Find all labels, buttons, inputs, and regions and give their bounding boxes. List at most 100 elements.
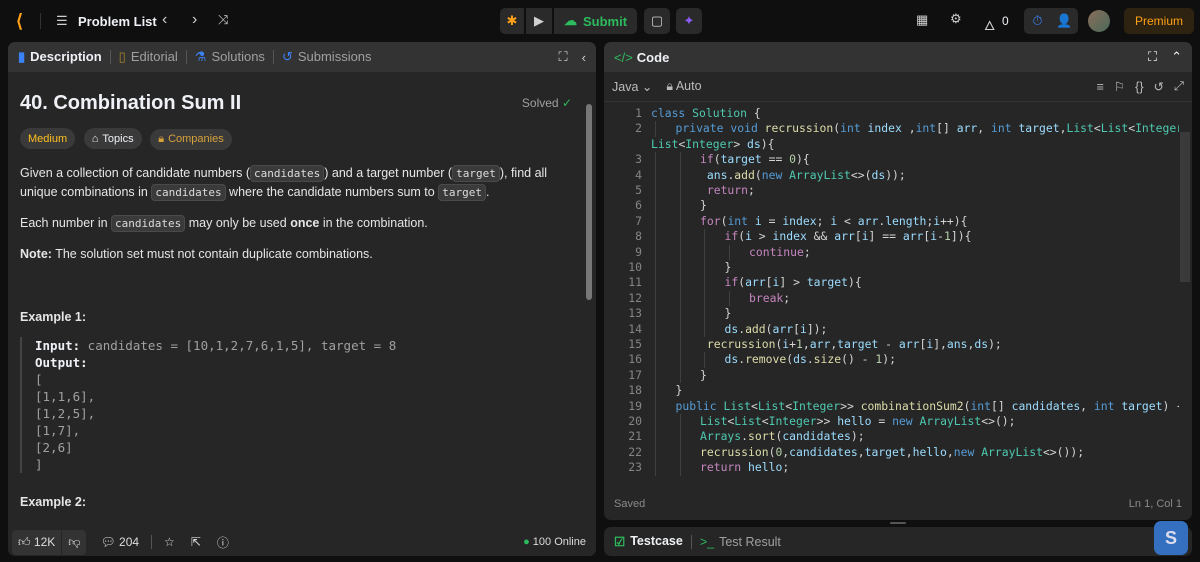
code-editor[interactable]: 1 class Solution {2 private void recrussio… — [604, 106, 1179, 484]
code-line: recrussion(0,candidates,target,hello,new… — [700, 444, 1085, 459]
tab-test-result[interactable]: >_ Test Result — [700, 535, 781, 549]
maximize-icon[interactable]: ⛶ — [1148, 49, 1157, 65]
format-icon[interactable]: ≡ — [1097, 80, 1104, 94]
document-icon: ▮ — [18, 49, 26, 64]
code-line: if(arr[i] > target){ — [724, 275, 862, 290]
add-friend-icon[interactable]: 👤 — [1051, 8, 1078, 34]
code-line: for(int i = index; i < arr.length;i++){ — [700, 213, 968, 228]
checkbox-icon: ☑ — [614, 535, 626, 549]
code-line: continue; — [749, 244, 811, 259]
code-line: } — [700, 367, 707, 382]
code-line: break; — [749, 290, 791, 305]
line-number: 18 — [628, 383, 642, 398]
note-text: Note: The solution set must not contain … — [20, 246, 373, 261]
cursor-position: Ln 1, Col 1 — [1128, 498, 1182, 510]
line-number: 11 — [628, 275, 642, 290]
extension-icon[interactable]: S — [1154, 521, 1188, 555]
line-number: 22 — [628, 444, 642, 459]
line-number: 6 — [635, 198, 642, 213]
run-button[interactable]: ▶ — [526, 8, 552, 34]
online-count: ● 100 Online — [523, 536, 586, 548]
top-nav: ⟨ ☰ Problem List ‹ › ⤨ ✱ ▶ ☁ Submit ▢ ✦ ▦… — [0, 0, 1200, 42]
line-number: 4 — [635, 167, 642, 182]
scrollbar[interactable] — [586, 86, 592, 556]
line-number: 3 — [635, 152, 642, 167]
resize-handle[interactable] — [890, 522, 906, 524]
companies-button[interactable]: 🔒︎ Companies — [150, 128, 232, 150]
share-icon[interactable]: ⇱ — [191, 535, 201, 549]
comments-button[interactable]: 💬︎ 204 — [100, 535, 139, 549]
tab-submissions[interactable]: ↺ Submissions — [282, 49, 372, 65]
line-number: 23 — [628, 460, 642, 475]
reset-icon[interactable]: ↺ — [1154, 79, 1164, 94]
output-line: ] — [35, 456, 43, 472]
auto-mode[interactable]: 🔒︎ Auto — [666, 79, 701, 94]
lock-icon: 🔒︎ — [666, 79, 674, 93]
code-line: ans.add(new ArrayList<>(ds)); — [706, 167, 906, 182]
thumbs-up-icon: 👍︎ — [18, 534, 31, 549]
settings-icon[interactable]: ⚙ — [950, 11, 962, 27]
line-number: 9 — [635, 244, 642, 259]
problem-list-link[interactable]: Problem List — [78, 14, 157, 29]
code-line: } — [724, 306, 732, 321]
topics-button[interactable]: ⌂ Topics — [83, 128, 142, 149]
ai-sparkle-button[interactable]: ✦ — [676, 8, 702, 34]
favorite-star-icon[interactable]: ☆ — [164, 535, 175, 549]
output-line: [2,6] — [35, 439, 73, 455]
dislike-button[interactable]: 👎︎ — [62, 529, 87, 555]
output-line: [1,1,6], — [35, 388, 96, 404]
code-line: } — [700, 198, 707, 213]
maximize-icon[interactable]: ⛶ — [559, 49, 568, 65]
expand-icon[interactable]: ⤢ — [1174, 79, 1184, 94]
terminal-icon: >_ — [699, 534, 715, 549]
description-panel: ▮ Description ▯ Editorial ⚗ Solutions ↺ Subm… — [8, 42, 596, 556]
collapse-up-icon[interactable]: ⌃ — [1171, 49, 1182, 65]
output-line: [ — [35, 371, 43, 387]
history-icon: ↺ — [281, 49, 293, 64]
bookmark-icon[interactable]: ⚐ — [1114, 79, 1125, 94]
timer-icon[interactable]: ⏱ — [1024, 8, 1051, 34]
language-select[interactable]: Java ⌄ — [612, 79, 652, 94]
debug-button[interactable]: ✱ — [500, 8, 524, 34]
tab-testcase[interactable]: ☑ Testcase — [614, 534, 683, 549]
example-1-block: Input: candidates = [10,1,2,7,6,1,5], ta… — [20, 336, 570, 473]
code-line: List<Integer> ds){ — [651, 136, 775, 151]
help-icon[interactable]: ⓘ — [217, 534, 229, 551]
premium-button[interactable]: Premium — [1124, 8, 1194, 34]
line-number: 17 — [628, 367, 642, 382]
prev-problem-icon[interactable]: ‹ — [162, 11, 167, 29]
code-line: public List<List<Integer>> combinationSu… — [675, 398, 1180, 413]
avatar[interactable] — [1088, 10, 1110, 32]
notes-button[interactable]: ▢ — [644, 8, 670, 34]
streak-fire-icon[interactable]: 🜂 — [984, 12, 995, 38]
line-number: 16 — [628, 352, 642, 367]
braces-icon[interactable]: {} — [1135, 80, 1143, 94]
code-line: } — [675, 383, 683, 398]
tab-description[interactable]: ▮ Description — [18, 49, 102, 65]
tag-icon: ⌂ — [91, 132, 99, 145]
code-line: Arrays.sort(candidates); — [700, 429, 865, 444]
code-line: class Solution { — [651, 106, 761, 120]
code-line: recrussion(i+1,arr,target - arr[i],ans,d… — [706, 337, 1002, 351]
like-button[interactable]: 👍︎ 12K — [12, 529, 62, 555]
list-icon[interactable]: ☰ — [56, 13, 68, 29]
code-line: } — [724, 260, 732, 274]
collapse-icon[interactable]: ‹ — [582, 50, 586, 65]
line-number: 15 — [628, 337, 642, 351]
tab-solutions[interactable]: ⚗ Solutions — [195, 49, 265, 65]
leetcode-logo-icon[interactable]: ⟨ — [16, 11, 23, 32]
submit-button[interactable]: ☁ Submit — [554, 8, 638, 34]
description-tabbar: ▮ Description ▯ Editorial ⚗ Solutions ↺ Subm… — [8, 42, 596, 72]
layout-icon[interactable]: ▦ — [916, 12, 928, 28]
code-line: ds.remove(ds.size() - 1); — [724, 352, 896, 367]
tab-editorial[interactable]: ▯ Editorial — [119, 49, 178, 65]
next-problem-icon[interactable]: › — [192, 11, 197, 29]
save-status: Saved — [614, 498, 646, 510]
chevron-down-icon: ⌄ — [641, 80, 653, 94]
flask-icon: ⚗ — [194, 49, 207, 64]
shuffle-icon[interactable]: ⤨ — [218, 12, 228, 28]
editor-scrollbar[interactable] — [1180, 132, 1190, 282]
testcase-panel: ☑ Testcase >_ Test Result — [604, 527, 1192, 556]
line-number: 21 — [628, 429, 642, 444]
line-number: 13 — [628, 306, 642, 321]
